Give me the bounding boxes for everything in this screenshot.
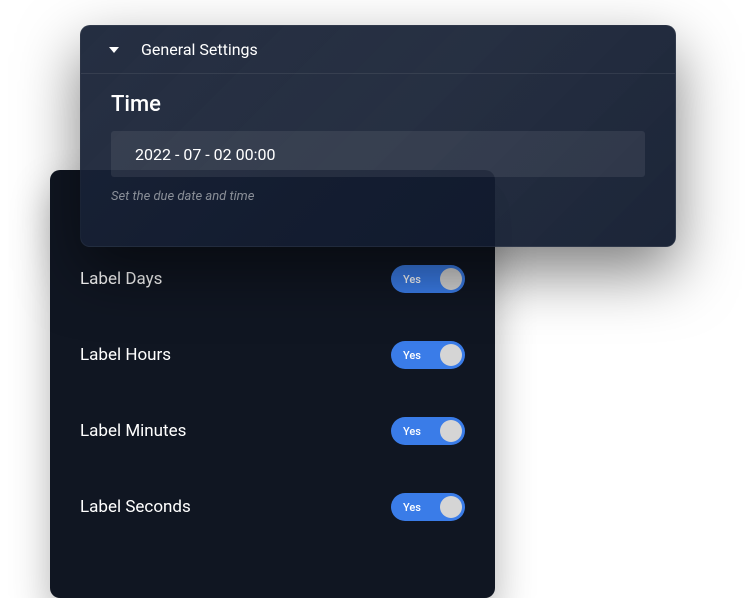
toggle-knob-minutes <box>440 420 462 442</box>
toggle-row-days: Label Days Yes <box>80 265 465 293</box>
label-minutes-toggle[interactable]: Yes <box>391 417 465 445</box>
toggle-state-hours: Yes <box>403 349 421 362</box>
toggle-row-seconds: Label Seconds Yes <box>80 493 465 521</box>
panel-body: Time 2022 - 07 - 02 00:00 Set the due da… <box>81 74 675 222</box>
label-seconds-text: Label Seconds <box>80 497 191 517</box>
time-input[interactable]: 2022 - 07 - 02 00:00 <box>111 131 645 177</box>
panel-header[interactable]: General Settings <box>81 26 675 74</box>
label-days-toggle[interactable]: Yes <box>391 265 465 293</box>
label-minutes-text: Label Minutes <box>80 421 186 441</box>
toggle-knob-days <box>440 268 462 290</box>
general-settings-panel: General Settings Time 2022 - 07 - 02 00:… <box>80 25 676 247</box>
label-seconds-toggle[interactable]: Yes <box>391 493 465 521</box>
toggle-state-seconds: Yes <box>403 501 421 514</box>
chevron-down-icon <box>109 47 119 53</box>
toggle-knob-seconds <box>440 496 462 518</box>
time-hint: Set the due date and time <box>111 189 645 204</box>
toggle-state-days: Yes <box>403 273 421 286</box>
panel-title: General Settings <box>141 40 258 59</box>
label-days-text: Label Days <box>80 269 162 289</box>
label-hours-text: Label Hours <box>80 345 171 365</box>
label-hours-toggle[interactable]: Yes <box>391 341 465 369</box>
time-label: Time <box>111 92 645 117</box>
toggle-row-minutes: Label Minutes Yes <box>80 417 465 445</box>
toggle-row-hours: Label Hours Yes <box>80 341 465 369</box>
toggle-state-minutes: Yes <box>403 425 421 438</box>
toggle-knob-hours <box>440 344 462 366</box>
time-value: 2022 - 07 - 02 00:00 <box>135 145 275 164</box>
